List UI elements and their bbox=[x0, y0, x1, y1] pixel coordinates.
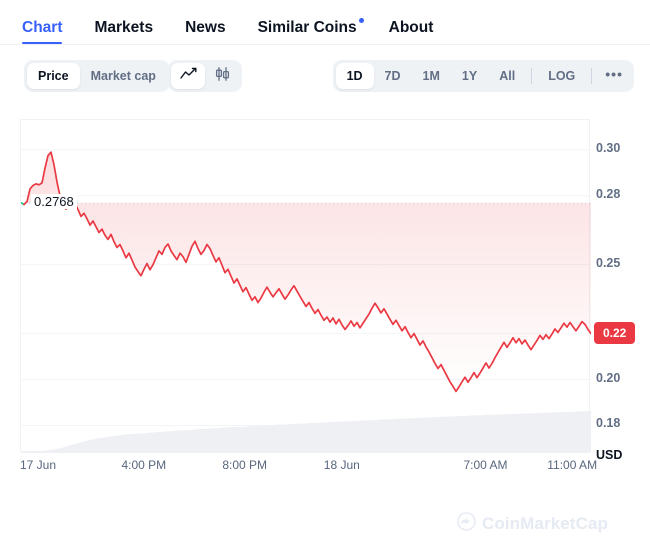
tab-chart[interactable]: Chart bbox=[22, 18, 80, 45]
tab-chart-label: Chart bbox=[22, 18, 63, 36]
x-axis: 17 Jun 4:00 PM 8:00 PM 18 Jun 7:00 AM 11… bbox=[0, 458, 650, 482]
metric-option-market-cap[interactable]: Market cap bbox=[80, 63, 167, 89]
volume-area bbox=[21, 411, 591, 453]
coinmarketcap-watermark: CoinMarketCap bbox=[457, 512, 608, 536]
tab-about[interactable]: About bbox=[388, 18, 452, 45]
candlestick-chart-icon-button[interactable] bbox=[205, 63, 239, 89]
range-option-1y[interactable]: 1Y bbox=[451, 63, 488, 89]
chart-type-toggle-group bbox=[168, 60, 242, 92]
more-options-button[interactable]: ••• bbox=[597, 63, 631, 89]
x-axis-tick-5: 11:00 AM bbox=[547, 458, 598, 472]
tab-list: Chart Markets News Similar Coins About bbox=[0, 0, 650, 44]
y-axis-tick-5: 0.18 bbox=[596, 416, 621, 431]
toolbar-divider-2 bbox=[591, 68, 593, 84]
y-axis-tick-1: 0.28 bbox=[596, 186, 621, 201]
x-axis-tick-4: 7:00 AM bbox=[463, 458, 508, 472]
price-area-fill bbox=[21, 152, 591, 392]
metric-toggle-group: Price Market cap bbox=[24, 60, 170, 92]
line-chart-icon bbox=[179, 67, 197, 85]
range-option-1d[interactable]: 1D bbox=[335, 63, 374, 89]
candlestick-chart-icon bbox=[214, 66, 231, 86]
line-chart-icon-button[interactable] bbox=[171, 63, 205, 89]
tab-markets-label: Markets bbox=[94, 18, 154, 36]
toolbar-divider-1 bbox=[531, 68, 533, 84]
tab-similar-coins[interactable]: Similar Coins bbox=[257, 17, 375, 45]
coinmarketcap-logo-icon bbox=[457, 512, 476, 536]
tab-about-label: About bbox=[388, 18, 434, 36]
x-axis-tick-3: 18 Jun bbox=[323, 458, 360, 472]
x-axis-tick-1: 4:00 PM bbox=[121, 458, 167, 472]
y-axis: 0.30 0.28 0.25 0.22 0.20 0.18 USD bbox=[594, 119, 650, 462]
current-price-badge: 0.22 bbox=[594, 321, 636, 344]
range-option-1m[interactable]: 1M bbox=[412, 63, 451, 89]
price-chart-canvas[interactable] bbox=[21, 120, 591, 453]
tab-news[interactable]: News bbox=[185, 18, 244, 45]
chart-toolbar: Price Market cap 1D 7D 1M 1Y All LOG ••• bbox=[0, 45, 650, 107]
tab-news-label: News bbox=[185, 18, 226, 36]
log-scale-button[interactable]: LOG bbox=[537, 63, 586, 89]
price-chart-panel[interactable]: 0.2768 CoinMarketCap bbox=[20, 119, 608, 533]
range-option-7d[interactable]: 7D bbox=[374, 63, 412, 89]
x-axis-tick-2: 8:00 PM bbox=[222, 458, 268, 472]
time-range-group: 1D 7D 1M 1Y All LOG ••• bbox=[332, 60, 634, 92]
tab-markets[interactable]: Markets bbox=[94, 18, 171, 45]
y-axis-tick-2: 0.25 bbox=[596, 255, 621, 270]
tab-bar: Chart Markets News Similar Coins About bbox=[0, 0, 650, 45]
range-option-all[interactable]: All bbox=[488, 63, 526, 89]
open-price-label: 0.2768 bbox=[31, 194, 77, 210]
y-axis-tick-4: 0.20 bbox=[596, 370, 621, 385]
y-axis-tick-0: 0.30 bbox=[596, 140, 621, 155]
x-axis-tick-0: 17 Jun bbox=[20, 458, 57, 472]
new-badge-dot-icon bbox=[358, 17, 364, 23]
watermark-text: CoinMarketCap bbox=[482, 514, 608, 533]
tab-similar-coins-label: Similar Coins bbox=[257, 18, 357, 36]
metric-option-price[interactable]: Price bbox=[27, 63, 80, 89]
